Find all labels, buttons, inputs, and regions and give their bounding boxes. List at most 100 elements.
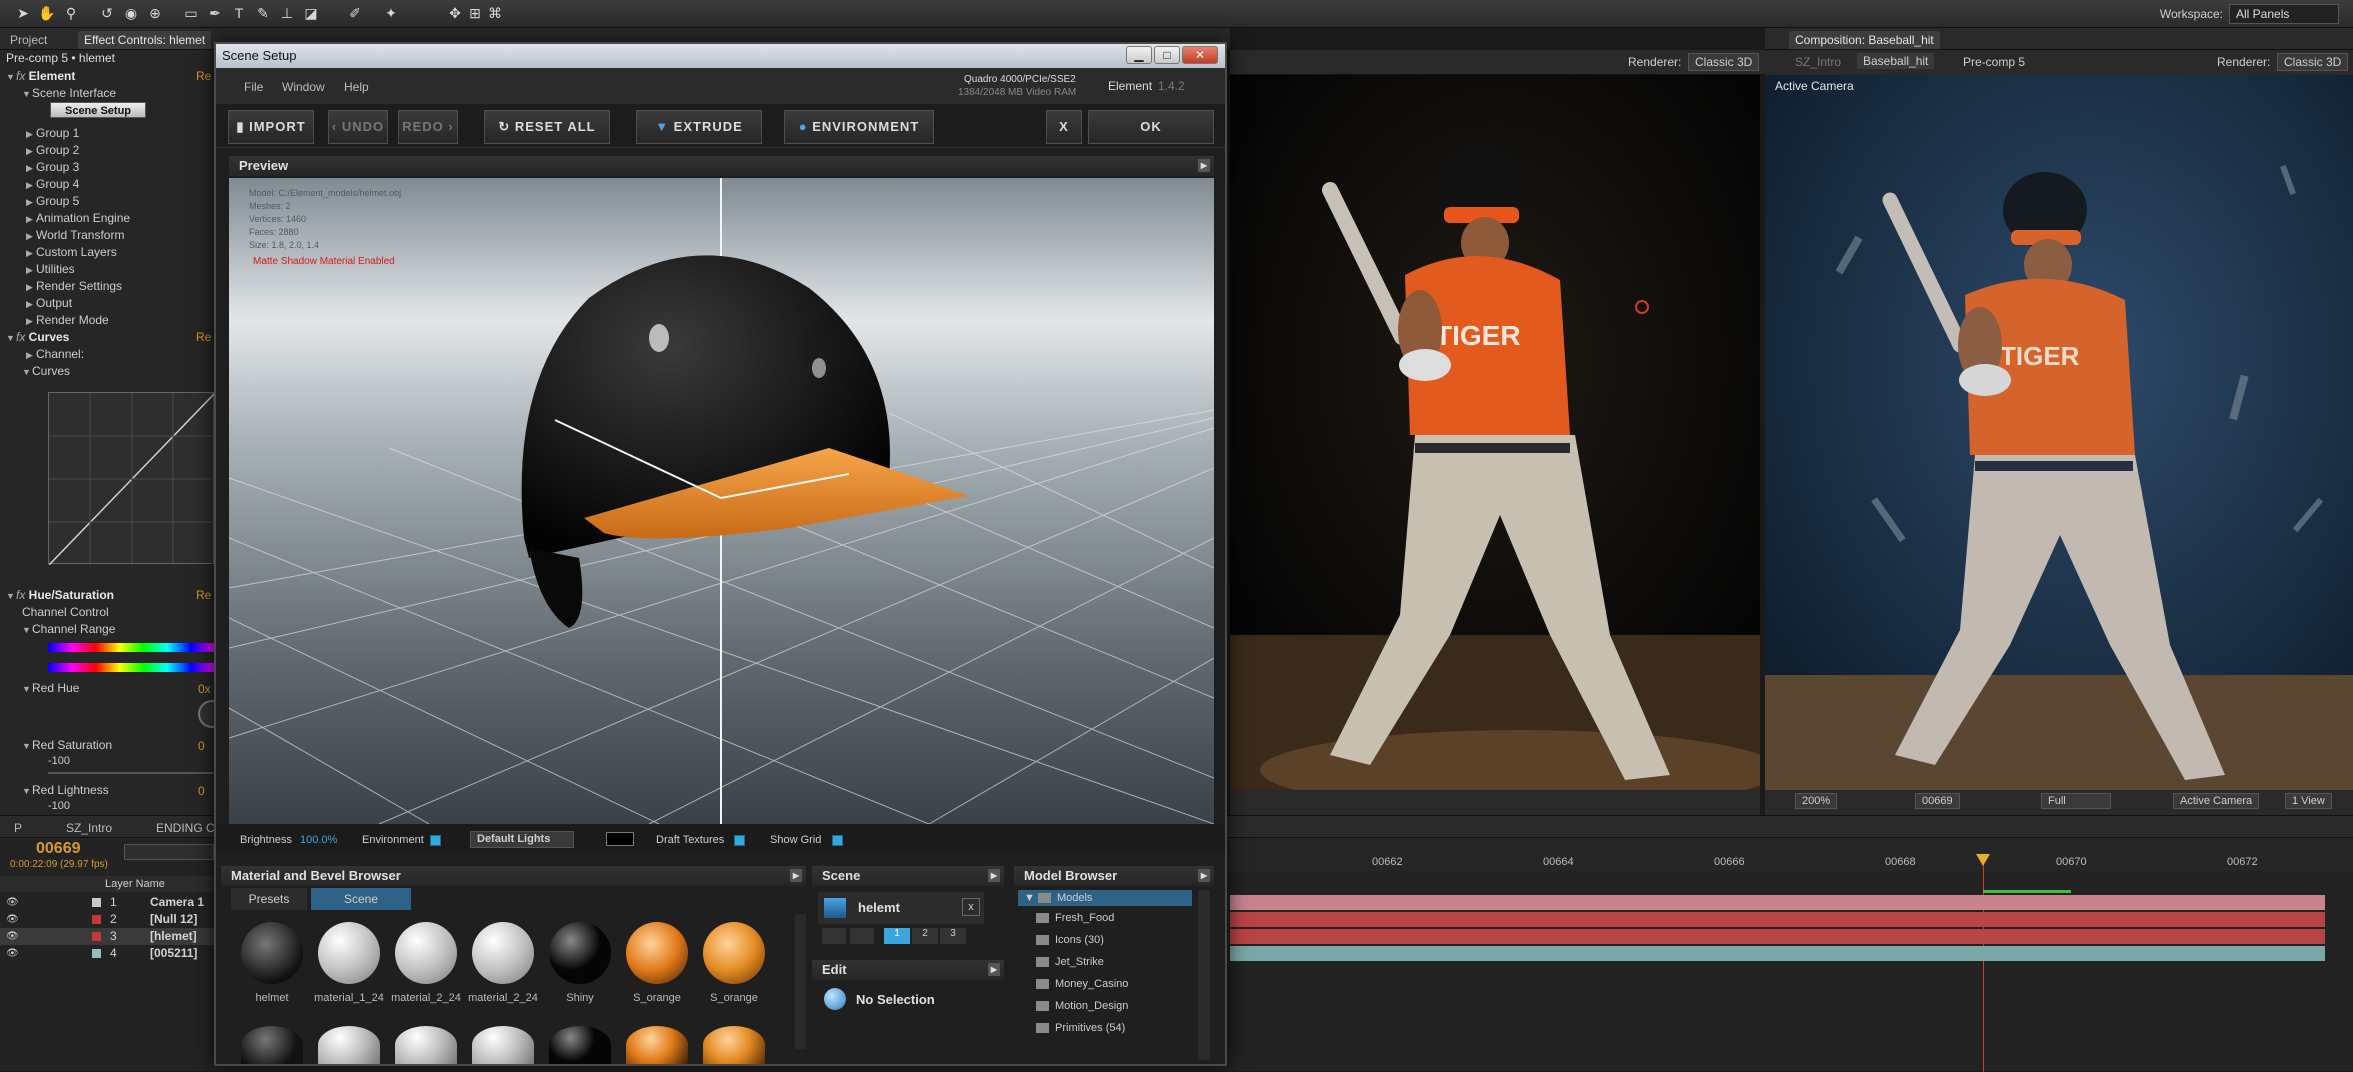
material-swatch-s-orange[interactable] bbox=[626, 922, 688, 984]
rectangle-tool-icon[interactable]: ▭ bbox=[182, 4, 200, 22]
label-color-swatch[interactable] bbox=[92, 898, 101, 907]
draft-textures-checkbox[interactable] bbox=[734, 835, 745, 846]
material-swatch-row2[interactable] bbox=[549, 1026, 611, 1064]
rotate-tool-icon[interactable]: ↺ bbox=[98, 4, 116, 22]
model-folder-primitives-54[interactable]: Primitives (54) bbox=[1036, 1022, 1125, 1034]
layer-row[interactable]: 👁 4 [005211] bbox=[0, 945, 215, 962]
ec-row-utilities[interactable]: ▶ Utilities bbox=[0, 261, 215, 277]
material-swatch-material-2-24[interactable] bbox=[472, 922, 534, 984]
roto-brush-tool-icon[interactable]: ✐ bbox=[346, 4, 364, 22]
ec-row-group-5[interactable]: ▶ Group 5 bbox=[0, 193, 215, 209]
red-saturation-slider[interactable] bbox=[48, 772, 215, 774]
scene-gear-icon[interactable] bbox=[850, 928, 874, 944]
scene-menu-icon[interactable]: ▶ bbox=[988, 869, 1000, 882]
expand-arrow-icon[interactable]: ▶ bbox=[26, 245, 36, 261]
expand-arrow-icon[interactable]: ▶ bbox=[26, 262, 36, 278]
ec-row-world-transform[interactable]: ▶ World Transform bbox=[0, 227, 215, 243]
expand-arrow-icon[interactable]: ▶ bbox=[26, 296, 36, 312]
track-camera1[interactable] bbox=[1230, 895, 2325, 910]
layer-row[interactable]: 👁 2 [Null 12] bbox=[0, 911, 215, 928]
visibility-eye-icon[interactable]: 👁 bbox=[6, 911, 19, 928]
views-select[interactable]: 1 View bbox=[2285, 793, 2332, 809]
edit-menu-icon[interactable]: ▶ bbox=[988, 963, 1000, 976]
material-swatch-row2[interactable] bbox=[241, 1026, 303, 1064]
expand-arrow-icon[interactable]: ▼ bbox=[22, 364, 32, 380]
material-swatch-row2[interactable] bbox=[318, 1026, 380, 1064]
dialog-title-bar[interactable]: Scene Setup ▁ □ ✕ bbox=[216, 44, 1225, 68]
ec-row-element[interactable]: ▼fx Element Re bbox=[0, 68, 215, 84]
model-browser-menu-icon[interactable]: ▶ bbox=[1198, 869, 1210, 882]
reset-all-button[interactable]: ↻ RESET ALL bbox=[484, 110, 610, 144]
brush-tool-icon[interactable]: ✎ bbox=[254, 4, 272, 22]
ec-row-scene-setup[interactable]: Scene Setup bbox=[0, 102, 215, 118]
model-folder-money-casino[interactable]: Money_Casino bbox=[1036, 978, 1128, 990]
layer-name[interactable]: [hlemet] bbox=[150, 928, 197, 945]
viewer2-renderer[interactable]: Classic 3D bbox=[2277, 53, 2349, 71]
expand-arrow-icon[interactable]: ▶ bbox=[26, 126, 36, 142]
eraser-tool-icon[interactable]: ◪ bbox=[302, 4, 320, 22]
environment-checkbox[interactable] bbox=[430, 835, 441, 846]
material-swatch-material-1-24[interactable] bbox=[318, 922, 380, 984]
camera-tool-icon[interactable]: ◉ bbox=[122, 4, 140, 22]
viewer1-renderer[interactable]: Classic 3D bbox=[1688, 53, 1760, 71]
ec-row-group-3[interactable]: ▶ Group 3 bbox=[0, 159, 215, 175]
model-folder-motion-design[interactable]: Motion_Design bbox=[1036, 1000, 1128, 1012]
clone-tool-icon[interactable]: ⊥ bbox=[278, 4, 296, 22]
layer-name[interactable]: [Null 12] bbox=[150, 911, 197, 928]
ec-row-output[interactable]: ▶ Output bbox=[0, 295, 215, 311]
model-folder-jet-strike[interactable]: Jet_Strike bbox=[1036, 956, 1104, 968]
menu-help[interactable]: Help bbox=[344, 80, 369, 94]
tab-effect-controls[interactable]: Effect Controls: hlemet bbox=[78, 31, 212, 49]
material-browser-menu-icon[interactable]: ▶ bbox=[790, 869, 802, 882]
red-hue-value[interactable]: 0x bbox=[198, 682, 211, 696]
label-color-swatch[interactable] bbox=[92, 915, 101, 924]
track-005211[interactable] bbox=[1230, 946, 2325, 961]
resolution-select[interactable]: Full bbox=[2041, 793, 2111, 809]
visibility-eye-icon[interactable]: 👁 bbox=[6, 894, 19, 911]
selection-tool-icon[interactable]: ➤ bbox=[14, 4, 32, 22]
remove-object-button[interactable]: x bbox=[962, 898, 980, 916]
cancel-x-button[interactable]: X bbox=[1046, 110, 1082, 144]
label-color-swatch[interactable] bbox=[92, 949, 101, 958]
import-button[interactable]: ▮ IMPORT bbox=[228, 110, 314, 144]
ec-row-channel-range[interactable]: ▼Channel Range bbox=[0, 621, 215, 637]
expand-arrow-icon[interactable]: ▶ bbox=[26, 228, 36, 244]
material-swatch-material-2-24[interactable] bbox=[395, 922, 457, 984]
tab-presets[interactable]: Presets bbox=[231, 888, 307, 910]
material-scrollbar[interactable] bbox=[795, 914, 806, 1049]
ec-row-group-1[interactable]: ▶ Group 1 bbox=[0, 125, 215, 141]
scene-tool-icon[interactable] bbox=[822, 928, 846, 944]
view-axis-icon[interactable]: ⌘ bbox=[486, 4, 504, 22]
material-swatch-shiny[interactable] bbox=[549, 922, 611, 984]
ec-row-render-settings[interactable]: ▶ Render Settings bbox=[0, 278, 215, 294]
camera-view-select[interactable]: Active Camera bbox=[2173, 793, 2260, 809]
preview-viewport[interactable]: Model: C:/Element_models/helmet.obj Mesh… bbox=[229, 178, 1214, 824]
axis-mode-icon[interactable]: ✥ bbox=[446, 4, 464, 22]
expand-arrow-icon[interactable]: ▶ bbox=[26, 160, 36, 176]
ec-row-hue-saturation[interactable]: ▼fx Hue/Saturation Re bbox=[0, 587, 215, 603]
composition-viewer-baseball[interactable]: TIGER Active Camera bbox=[1765, 75, 2353, 790]
undo-button[interactable]: ‹ UNDO bbox=[328, 110, 388, 144]
ec-row-group-2[interactable]: ▶ Group 2 bbox=[0, 142, 215, 158]
expand-arrow-icon[interactable]: ▼ bbox=[6, 69, 16, 85]
layer-row[interactable]: 👁 3 [hlemet] bbox=[0, 928, 215, 945]
show-grid-checkbox[interactable] bbox=[832, 835, 843, 846]
expand-arrow-icon[interactable]: ▶ bbox=[26, 194, 36, 210]
puppet-tool-icon[interactable]: ✦ bbox=[382, 4, 400, 22]
track-null12[interactable] bbox=[1230, 912, 2325, 927]
brightness-value[interactable]: 100.0% bbox=[300, 834, 337, 846]
ec-row-channel[interactable]: ▶ Channel: bbox=[0, 346, 215, 362]
preview-menu-arrow-icon[interactable]: ▶ bbox=[1198, 159, 1210, 172]
expand-arrow-icon[interactable]: ▶ bbox=[26, 347, 36, 363]
close-window-button[interactable]: ✕ bbox=[1182, 46, 1218, 64]
tab-project[interactable]: Project bbox=[4, 31, 53, 49]
tab-p[interactable]: P bbox=[8, 819, 28, 837]
model-folder-icons-30[interactable]: Icons (30) bbox=[1036, 934, 1104, 946]
tab-sz-intro[interactable]: SZ_Intro bbox=[60, 819, 118, 837]
crumb-baseball-hit[interactable]: Baseball_hit bbox=[1857, 53, 1935, 69]
layer-row[interactable]: 👁 1 Camera 1 bbox=[0, 894, 215, 911]
minimize-button[interactable]: ▁ bbox=[1126, 46, 1152, 64]
scene-group-tab-2[interactable]: 2 bbox=[912, 928, 938, 944]
lights-select[interactable]: Default Lights bbox=[470, 831, 574, 848]
frame-field[interactable]: 00669 bbox=[1915, 793, 1960, 809]
